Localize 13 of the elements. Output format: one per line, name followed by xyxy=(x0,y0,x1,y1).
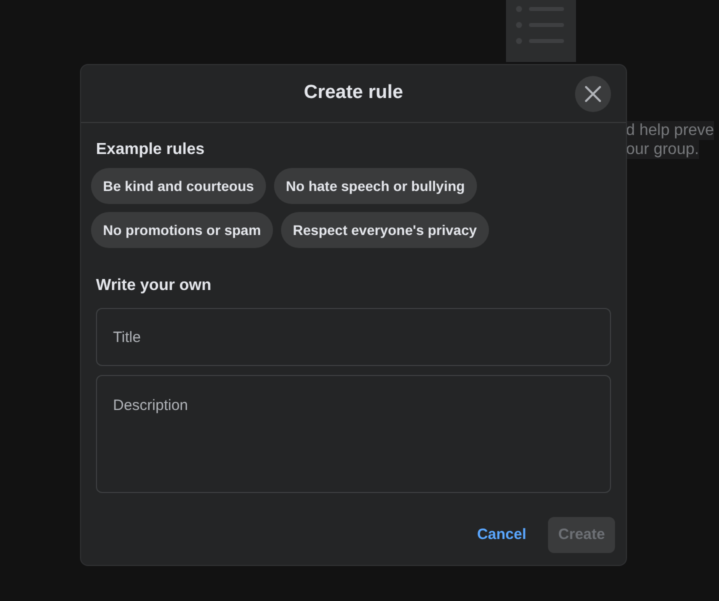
cancel-button[interactable]: Cancel xyxy=(465,517,538,553)
example-rule-chip[interactable]: Be kind and courteous xyxy=(91,168,266,204)
list-illustration-drawing xyxy=(506,0,576,62)
close-icon xyxy=(585,86,601,102)
section-heading: Example rules xyxy=(96,140,206,160)
dialog-title: Create rule xyxy=(304,81,404,106)
section-heading: Write your own xyxy=(96,276,212,296)
example-rule-chip[interactable]: No hate speech or bullying xyxy=(274,168,477,204)
close-button[interactable] xyxy=(575,76,611,112)
example-rule-chip[interactable]: No promotions or spam xyxy=(91,212,273,248)
example-rule-chip[interactable]: Respect everyone's privacy xyxy=(280,212,489,248)
title-field[interactable]: Title xyxy=(96,308,611,366)
description-field[interactable]: Description xyxy=(96,375,611,493)
